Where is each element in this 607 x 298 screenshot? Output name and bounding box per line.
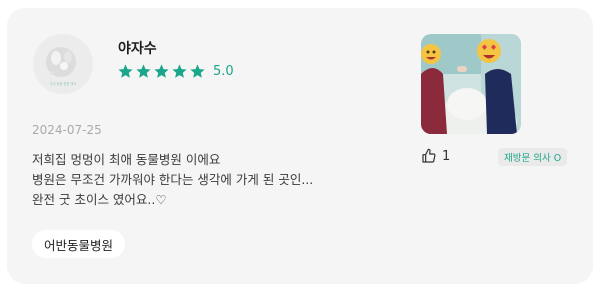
review-line: 병원은 무조건 가까워야 한다는 생각에 가게 된 곳인... xyxy=(32,172,314,187)
dog-avatar-icon: 우리 동물 병원 체크 xyxy=(33,34,93,94)
star-icon xyxy=(154,64,169,78)
review-date: 2024-07-25 xyxy=(32,123,102,137)
star-icon xyxy=(190,64,205,78)
rating-value: 5.0 xyxy=(213,64,234,79)
star-icon xyxy=(172,64,187,78)
review-card: 우리 동물 병원 체크 야자수 5.0 2024-07-25 저희집 멍멍이 최… xyxy=(7,8,593,284)
star-rating: 5.0 xyxy=(117,63,234,80)
star-icon xyxy=(136,64,151,78)
svg-text:우리 동물 병원 체크: 우리 동물 병원 체크 xyxy=(50,81,77,86)
like-button[interactable]: 1 xyxy=(421,148,450,164)
review-line: 완전 굿 초이스 였어요..♡ xyxy=(32,192,167,207)
like-count: 1 xyxy=(442,148,451,164)
revisit-badge: 재방문 의사 O xyxy=(498,148,568,166)
review-photo[interactable] xyxy=(421,34,521,134)
hospital-tag[interactable]: 어반동물병원 xyxy=(32,230,126,258)
star-icon xyxy=(118,64,133,78)
review-text: 저희집 멍멍이 최애 동물병원 이에요 병원은 무조건 가까워야 한다는 생각에… xyxy=(32,150,313,210)
username: 야자수 xyxy=(118,41,157,57)
review-line: 저희집 멍멍이 최애 동물병원 이에요 xyxy=(32,152,221,167)
user-avatar: 우리 동물 병원 체크 xyxy=(33,34,93,94)
thumbs-up-icon xyxy=(422,148,436,163)
review-photo-image xyxy=(421,34,521,134)
